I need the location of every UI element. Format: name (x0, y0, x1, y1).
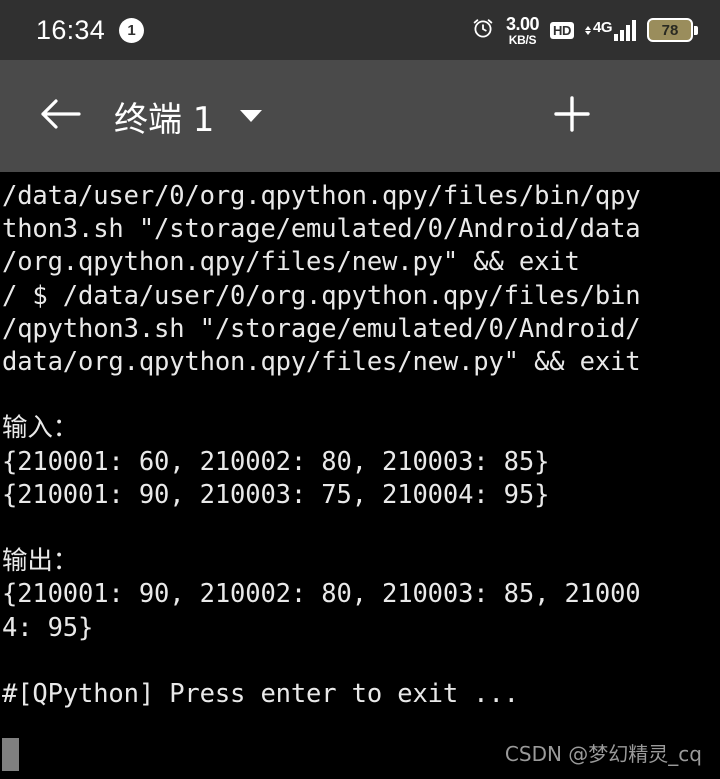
terminal-line: /org.qpython.qpy/files/new.py" && exit (2, 247, 580, 278)
network-type-label: 4G (592, 18, 613, 36)
chevron-down-icon[interactable] (240, 110, 263, 122)
network-speed-unit: KB/S (508, 32, 537, 47)
arrow-left-icon (37, 94, 83, 139)
overflow-menu-button[interactable] (638, 88, 694, 144)
network-speed-value: 3.00 (505, 13, 540, 34)
alarm-clock-icon (471, 16, 495, 45)
terminal-line: / $ /data/user/0/org.qpython.qpy/files/b… (2, 280, 641, 311)
cellular-signal-indicator: 4G (584, 18, 636, 41)
terminal-line: {210001: 90, 210003: 75, 210004: 95} (2, 479, 550, 510)
status-bar-left: 16:34 1 (36, 14, 145, 46)
terminal-line-prompt: #[QPython] Press enter to exit ... (2, 679, 519, 710)
terminal-line: thon3.sh "/storage/emulated/0/Android/da… (2, 214, 641, 245)
status-bar-right: 3.00 KB/S HD 4G 78 (471, 15, 698, 46)
terminal-line: /data/user/0/org.qpython.qpy/files/bin/q… (2, 181, 641, 211)
status-time: 16:34 (36, 14, 106, 45)
terminal-line: {210001: 90, 210002: 80, 210003: 85, 210… (2, 579, 641, 610)
terminal-line: /qpython3.sh "/storage/emulated/0/Androi… (2, 313, 641, 344)
terminal-cursor (2, 738, 19, 771)
add-terminal-button[interactable] (544, 88, 600, 144)
notification-count-badge: 1 (119, 17, 145, 43)
battery-percent-label: 78 (647, 18, 693, 42)
network-speed-indicator: 3.00 KB/S (505, 13, 540, 47)
signal-bars-icon (614, 19, 636, 41)
terminal-lines: /data/user/0/org.qpython.qpy/files/bin/q… (2, 180, 720, 711)
terminal-output[interactable]: /data/user/0/org.qpython.qpy/files/bin/q… (0, 172, 720, 779)
terminal-line-input-label: 输入： (2, 413, 79, 444)
data-transfer-arrows-icon (584, 25, 591, 35)
terminal-line: data/org.qpython.qpy/files/new.py" && ex… (2, 347, 641, 378)
page-title: 终端 1 (114, 99, 215, 140)
plus-icon (550, 92, 594, 141)
app-bar: 终端 1 (0, 60, 720, 172)
status-bar: 16:34 1 3.00 KB/S HD 4G 78 (0, 0, 720, 60)
terminal-line: {210001: 60, 210002: 80, 210003: 85} (2, 446, 550, 477)
terminal-line-output-label: 输出： (2, 546, 79, 577)
hd-icon: HD (550, 21, 574, 39)
battery-indicator: 78 (647, 18, 698, 42)
watermark-label: CSDN @梦幻精灵_cq (504, 742, 702, 766)
terminal-line: 4: 95} (2, 612, 94, 643)
battery-cap-icon (694, 25, 698, 35)
back-button[interactable] (34, 90, 86, 142)
